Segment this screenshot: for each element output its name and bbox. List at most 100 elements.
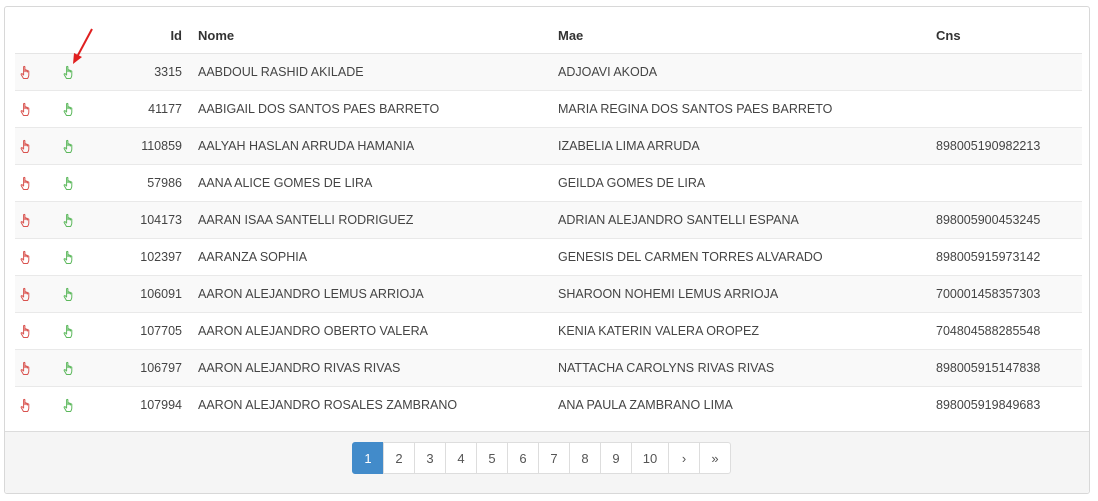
cell-mae: ADRIAN ALEJANDRO SANTELLI ESPANA xyxy=(558,201,936,239)
hand-pointer-icon[interactable] xyxy=(18,249,34,265)
table-row[interactable]: 106797 AARON ALEJANDRO RIVAS RIVAS NATTACH… xyxy=(15,349,1082,387)
cell-mae: GEILDA GOMES DE LIRA xyxy=(558,164,936,202)
cell-nome: AARON ALEJANDRO OBERTO VALERA xyxy=(198,312,558,350)
next-page-button[interactable]: › xyxy=(668,442,700,474)
cell-cns: 898005915973142 xyxy=(936,238,1082,276)
select-cell xyxy=(15,312,56,350)
hand-pointer-icon[interactable] xyxy=(18,397,34,413)
hand-pointer-icon[interactable] xyxy=(61,175,77,191)
cell-id: 3315 xyxy=(107,53,198,91)
annotation-arrow xyxy=(73,28,93,64)
hand-pointer-icon[interactable] xyxy=(18,101,34,117)
page-6-button[interactable]: 6 xyxy=(507,442,539,474)
cell-id: 102397 xyxy=(107,238,198,276)
cell-id: 104173 xyxy=(107,201,198,239)
page-4-button[interactable]: 4 xyxy=(445,442,477,474)
page-3-button[interactable]: 3 xyxy=(414,442,446,474)
hand-pointer-icon[interactable] xyxy=(61,360,77,376)
hand-pointer-icon[interactable] xyxy=(61,249,77,265)
cell-cns: 898005190982213 xyxy=(936,127,1082,165)
cell-id: 106091 xyxy=(107,275,198,313)
hand-pointer-icon[interactable] xyxy=(61,212,77,228)
pagination: 1 2 3 4 5 6 7 8 9 10 ›» xyxy=(352,442,731,474)
header-mae[interactable]: Mae xyxy=(558,18,936,54)
page-10-button[interactable]: 10 xyxy=(631,442,669,474)
header-cns[interactable]: Cns xyxy=(936,18,1082,54)
confirm-cell xyxy=(56,312,107,350)
confirm-cell xyxy=(56,238,107,276)
results-panel: Id Nome Mae Cns 3315 AABDOUL RASHID AKILA… xyxy=(4,6,1090,494)
cell-id: 110859 xyxy=(107,127,198,165)
hand-pointer-icon[interactable] xyxy=(61,286,77,302)
page-2-button[interactable]: 2 xyxy=(383,442,415,474)
page-9-button[interactable]: 9 xyxy=(600,442,632,474)
header-select xyxy=(15,18,56,54)
hand-pointer-icon[interactable] xyxy=(61,101,77,117)
cell-cns: 704804588285548 xyxy=(936,312,1082,350)
table-row[interactable]: 41177 AABIGAIL DOS SANTOS PAES BARRETO MAR… xyxy=(15,90,1082,128)
table-row[interactable]: 57986 AANA ALICE GOMES DE LIRA GEILDA GOME… xyxy=(15,164,1082,202)
cell-id: 107705 xyxy=(107,312,198,350)
cell-nome: AARON ALEJANDRO ROSALES ZAMBRANO xyxy=(198,386,558,423)
table-header-row: Id Nome Mae Cns xyxy=(15,18,1082,54)
table-row[interactable]: 110859 AALYAH HASLAN ARRUDA HAMANIA IZABEL… xyxy=(15,127,1082,165)
cell-nome: AABIGAIL DOS SANTOS PAES BARRETO xyxy=(198,90,558,128)
cell-mae: GENESIS DEL CARMEN TORRES ALVARADO xyxy=(558,238,936,276)
table-row[interactable]: 107705 AARON ALEJANDRO OBERTO VALERA KENIA… xyxy=(15,312,1082,350)
confirm-cell xyxy=(56,164,107,202)
cell-cns xyxy=(936,53,1082,91)
table-footer: 1 2 3 4 5 6 7 8 9 10 ›» xyxy=(5,431,1089,493)
header-id[interactable]: Id xyxy=(107,18,198,54)
table-row[interactable]: 107994 AARON ALEJANDRO ROSALES ZAMBRANO AN… xyxy=(15,386,1082,423)
cell-mae: NATTACHA CAROLYNS RIVAS RIVAS xyxy=(558,349,936,387)
cell-cns xyxy=(936,90,1082,128)
hand-pointer-icon[interactable] xyxy=(18,286,34,302)
last-page-button[interactable]: » xyxy=(699,442,731,474)
cell-cns: 898005915147838 xyxy=(936,349,1082,387)
cell-mae: SHAROON NOHEMI LEMUS ARRIOJA xyxy=(558,275,936,313)
cell-id: 107994 xyxy=(107,386,198,423)
select-cell xyxy=(15,201,56,239)
page-8-button[interactable]: 8 xyxy=(569,442,601,474)
hand-pointer-icon[interactable] xyxy=(61,397,77,413)
hand-pointer-icon[interactable] xyxy=(18,360,34,376)
cell-mae: ANA PAULA ZAMBRANO LIMA xyxy=(558,386,936,423)
confirm-cell xyxy=(56,90,107,128)
table-row[interactable]: 106091 AARON ALEJANDRO LEMUS ARRIOJA SHARO… xyxy=(15,275,1082,313)
patients-table: Id Nome Mae Cns 3315 AABDOUL RASHID AKILA… xyxy=(15,18,1082,423)
cell-nome: AANA ALICE GOMES DE LIRA xyxy=(198,164,558,202)
cell-id: 106797 xyxy=(107,349,198,387)
cell-nome: AARAN ISAA SANTELLI RODRIGUEZ xyxy=(198,201,558,239)
hand-pointer-icon[interactable] xyxy=(61,323,77,339)
select-cell xyxy=(15,349,56,387)
cell-cns xyxy=(936,164,1082,202)
cell-id: 57986 xyxy=(107,164,198,202)
table-row[interactable]: 102397 AARANZA SOPHIA GENESIS DEL CARMEN T… xyxy=(15,238,1082,276)
hand-pointer-icon[interactable] xyxy=(61,138,77,154)
page-5-button[interactable]: 5 xyxy=(476,442,508,474)
cell-cns: 898005900453245 xyxy=(936,201,1082,239)
cell-mae: ADJOAVI AKODA xyxy=(558,53,936,91)
select-cell xyxy=(15,164,56,202)
cell-id: 41177 xyxy=(107,90,198,128)
header-nome[interactable]: Nome xyxy=(198,18,558,54)
confirm-cell xyxy=(56,127,107,165)
page-7-button[interactable]: 7 xyxy=(538,442,570,474)
table-row[interactable]: 104173 AARAN ISAA SANTELLI RODRIGUEZ ADRIA… xyxy=(15,201,1082,239)
page-1-button[interactable]: 1 xyxy=(352,442,384,474)
cell-cns: 898005919849683 xyxy=(936,386,1082,423)
select-cell xyxy=(15,90,56,128)
hand-pointer-icon[interactable] xyxy=(18,138,34,154)
hand-pointer-icon[interactable] xyxy=(18,212,34,228)
select-cell xyxy=(15,386,56,423)
hand-pointer-icon[interactable] xyxy=(18,64,34,80)
cell-nome: AARON ALEJANDRO LEMUS ARRIOJA xyxy=(198,275,558,313)
table-row[interactable]: 3315 AABDOUL RASHID AKILADE ADJOAVI AKODA xyxy=(15,53,1082,91)
cell-mae: MARIA REGINA DOS SANTOS PAES BARRETO xyxy=(558,90,936,128)
select-cell xyxy=(15,127,56,165)
hand-pointer-icon[interactable] xyxy=(18,323,34,339)
confirm-cell xyxy=(56,275,107,313)
cell-mae: KENIA KATERIN VALERA OROPEZ xyxy=(558,312,936,350)
hand-pointer-icon[interactable] xyxy=(18,175,34,191)
cell-nome: AARANZA SOPHIA xyxy=(198,238,558,276)
